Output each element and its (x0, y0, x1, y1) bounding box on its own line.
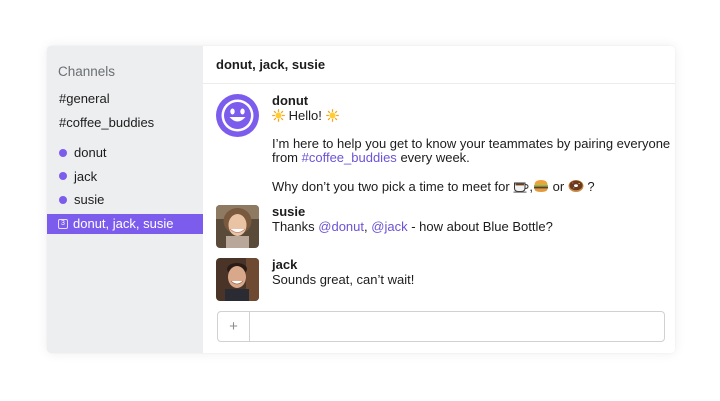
message-text: Sounds great, can’t wait! (272, 272, 415, 287)
message-input[interactable] (250, 312, 664, 341)
conversation-title: donut, jack, susie (216, 57, 326, 72)
greeting-line: Hello! (272, 109, 670, 123)
sidebar: Channels #general #coffee_buddies donut … (47, 46, 203, 353)
sidebar-item-donut[interactable]: donut (47, 141, 203, 165)
message-donut: donut Hello! I’m here to help you get to… (216, 94, 670, 194)
sidebar-item-jack[interactable]: jack (47, 165, 203, 189)
presence-dot (59, 172, 67, 181)
sidebar-item-group-dm[interactable]: 3 donut, jack, susie (47, 213, 203, 234)
greeting-text: Hello! (288, 108, 322, 123)
app-window: Channels #general #coffee_buddies donut … (47, 46, 675, 353)
suggestion-line: Why don’t you two pick a time to meet fo… (272, 179, 670, 194)
mention-jack[interactable]: @jack (371, 219, 407, 234)
intro-line-2: from #coffee_buddies every week. (272, 151, 670, 165)
donut-avatar[interactable] (216, 94, 259, 137)
presence-dot (59, 195, 67, 204)
message-composer: + (217, 311, 665, 342)
message-author[interactable]: jack (272, 258, 414, 272)
intro-paragraph: I’m here to help you get to know your te… (272, 137, 670, 165)
jack-avatar[interactable] (216, 258, 259, 301)
message-susie: susie Thanks @donut, @jack - how about B… (216, 205, 553, 248)
channel-link-coffee-buddies[interactable]: #coffee_buddies (302, 150, 397, 165)
intro-from: from (272, 150, 298, 165)
message-text: Thanks @donut, @jack - how about Blue Bo… (272, 220, 553, 234)
mention-donut[interactable]: @donut (318, 219, 364, 234)
donut-icon (568, 180, 584, 192)
sidebar-item-label: donut (74, 145, 107, 161)
sidebar-item-label: #coffee_buddies (59, 114, 155, 130)
coffee-icon (513, 182, 529, 193)
sidebar-item-susie[interactable]: susie (47, 188, 203, 212)
sidebar-item-label: jack (74, 168, 98, 184)
sidebar-item-coffee-buddies[interactable]: #coffee_buddies (47, 111, 203, 135)
sidebar-item-label: #general (59, 91, 110, 107)
intro-tail: every week. (400, 150, 470, 165)
suggestion-or: or (552, 179, 565, 194)
attach-plus-button[interactable]: + (218, 312, 250, 341)
text-separator: , (364, 219, 368, 234)
conversation-pane: donut, jack, susie donut Hello! I’m here… (203, 46, 675, 353)
presence-dot (59, 148, 67, 157)
suggestion-text: Why don’t you two pick a time to meet fo… (272, 179, 510, 194)
sun-icon (325, 109, 339, 122)
text-before: Thanks (272, 219, 315, 234)
text-after: - how about Blue Bottle? (411, 219, 553, 234)
message-author[interactable]: susie (272, 205, 553, 219)
message-author[interactable]: donut (272, 94, 670, 108)
member-count-badge: 3 (58, 218, 68, 229)
plus-icon: + (229, 318, 238, 335)
conversation-header: donut, jack, susie (203, 46, 675, 84)
suggestion-end: ? (587, 179, 595, 194)
channels-heading: Channels (58, 64, 116, 79)
sidebar-item-general[interactable]: #general (47, 87, 203, 111)
susie-avatar[interactable] (216, 205, 259, 248)
sun-icon (272, 109, 285, 122)
intro-line-1: I’m here to help you get to know your te… (272, 136, 671, 151)
sidebar-item-label: susie (74, 192, 105, 208)
burger-icon (533, 180, 548, 192)
message-jack: jack Sounds great, can’t wait! (216, 258, 414, 301)
sidebar-item-label: donut, jack, susie (73, 216, 174, 231)
